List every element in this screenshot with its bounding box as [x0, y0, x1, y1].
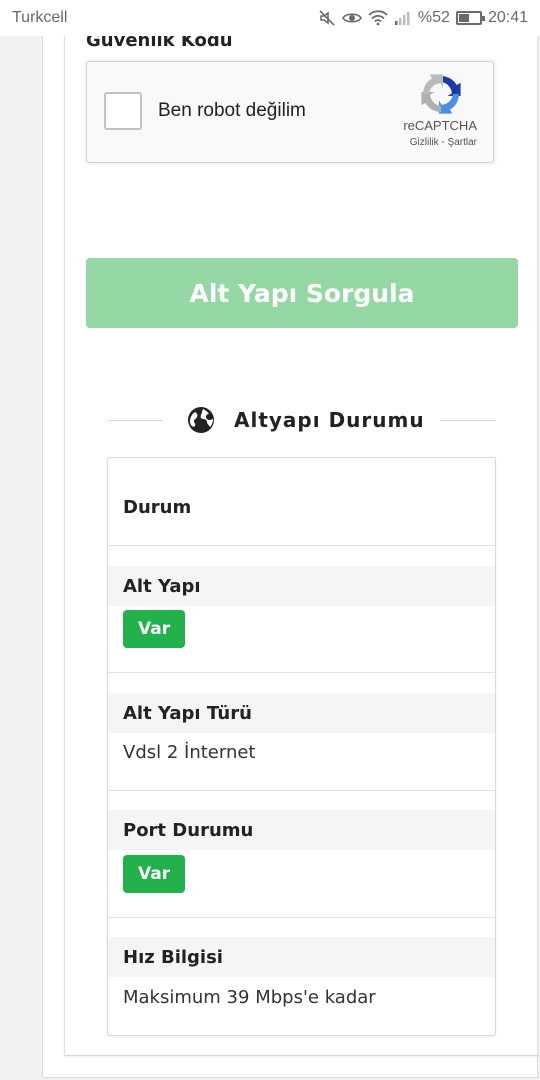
recaptcha-brand: reCAPTCHA	[403, 118, 477, 133]
eye-icon	[341, 10, 362, 26]
battery-icon	[455, 11, 485, 25]
query-infrastructure-button[interactable]: Alt Yapı Sorgula	[86, 258, 518, 328]
row-divider	[108, 790, 495, 791]
row-title-infrastructure: Alt Yapı	[108, 566, 495, 606]
recaptcha-logo-icon	[417, 70, 465, 118]
row-title-speed-info: Hız Bilgisi	[108, 937, 495, 977]
infrastructure-type-value: Vdsl 2 İnternet	[123, 742, 256, 763]
battery-percent: %52	[417, 9, 450, 26]
section-heading: Altyapı Durumu	[186, 403, 425, 437]
carrier-name: Turkcell	[12, 9, 68, 26]
row-title-infrastructure-type: Alt Yapı Türü	[108, 693, 495, 733]
row-title-port-status: Port Durumu	[108, 810, 495, 850]
status-table: Durum Alt Yapı Var Alt Yapı Türü Vdsl 2 …	[107, 457, 496, 1036]
wifi-icon	[368, 10, 388, 26]
infrastructure-status-badge: Var	[123, 610, 186, 648]
signal-icon	[394, 10, 412, 26]
globe-icon	[186, 405, 216, 435]
recaptcha-checkbox[interactable]	[104, 92, 142, 130]
divider-line-left	[107, 420, 163, 421]
row-divider	[108, 672, 495, 673]
status-bar: Turkcell %52 20:41	[0, 0, 540, 36]
speed-info-value: Maksimum 39 Mbps'e kadar	[123, 987, 376, 1008]
divider-line-right	[440, 420, 496, 421]
battery-level	[458, 14, 469, 22]
section-title: Altyapı Durumu	[234, 408, 425, 432]
recaptcha-privacy-terms-link[interactable]: Gizlilik - Şartlar	[410, 137, 477, 148]
row-divider	[108, 917, 495, 918]
table-header: Durum	[108, 458, 495, 546]
status-icons: %52 20:41	[318, 9, 528, 27]
port-status-badge: Var	[123, 855, 186, 893]
mute-icon	[318, 9, 336, 27]
recaptcha-label: Ben robot değilim	[158, 100, 306, 121]
clock: 20:41	[487, 9, 528, 26]
recaptcha-widget: Ben robot değilim reCAPTCHA Gizlilik - Ş…	[86, 61, 494, 163]
